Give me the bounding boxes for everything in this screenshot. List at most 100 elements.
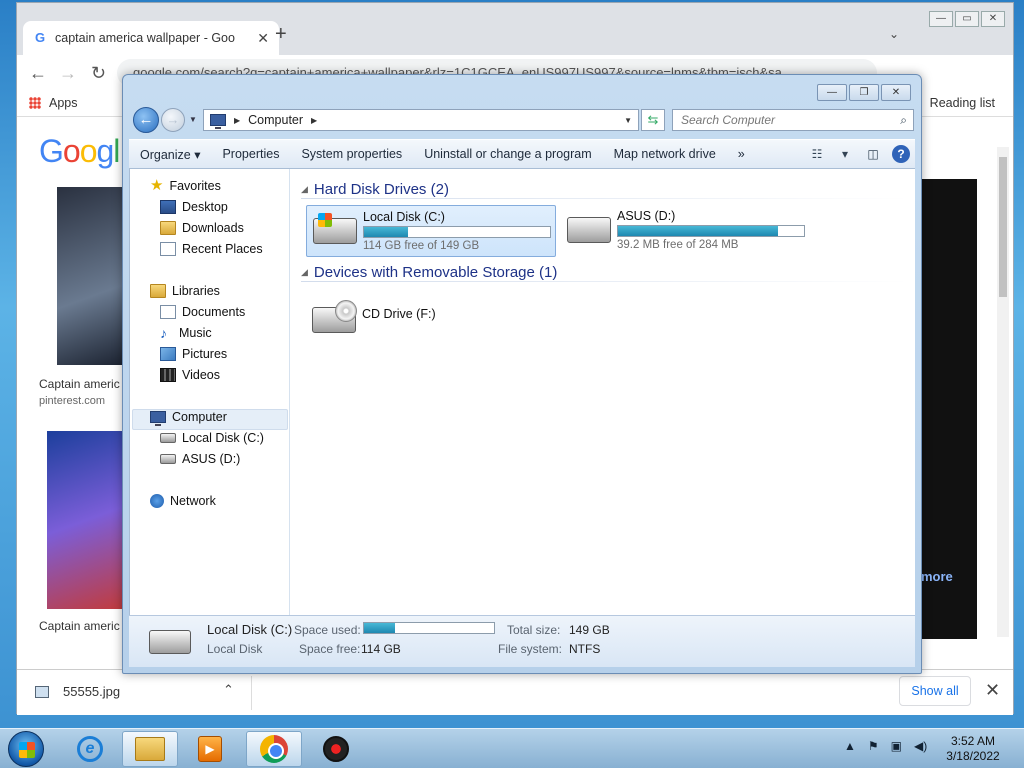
- new-tab-button[interactable]: +: [275, 23, 287, 46]
- taskbar-media-player[interactable]: ▶: [182, 731, 238, 767]
- taskbar-app[interactable]: [308, 731, 364, 767]
- folder-icon: [135, 737, 165, 761]
- nav-item-recent-places[interactable]: Recent Places: [160, 242, 263, 256]
- action-center-flag-icon[interactable]: ⚑: [868, 739, 879, 753]
- address-bar[interactable]: ▶ Computer ▶ ▼: [203, 109, 639, 131]
- start-button[interactable]: [8, 731, 44, 767]
- drive-item-asus[interactable]: ASUS (D:) 39.2 MB free of 284 MB: [561, 205, 811, 257]
- nav-item-downloads[interactable]: Downloads: [160, 221, 244, 235]
- download-item[interactable]: 55555.jpg: [35, 684, 120, 699]
- change-view-icon[interactable]: ☷: [808, 145, 826, 163]
- page-scrollbar[interactable]: [997, 147, 1009, 637]
- properties-button[interactable]: Properties: [211, 147, 290, 161]
- chevron-up-icon[interactable]: ⌃: [223, 682, 234, 698]
- google-logo[interactable]: Googl: [39, 133, 120, 170]
- nav-item-favorites[interactable]: ★ Favorites: [150, 178, 221, 193]
- drive-item-local-disk[interactable]: Local Disk (C:) 114 GB free of 149 GB: [306, 205, 556, 257]
- close-button[interactable]: ✕: [981, 11, 1005, 27]
- result-caption[interactable]: Captain americ: [39, 377, 120, 391]
- space-used-bar: [363, 622, 495, 634]
- tab-close-icon[interactable]: ✕: [257, 30, 269, 47]
- explorer-body: ★ Favorites Desktop Downloads Recent Plac…: [129, 169, 915, 615]
- close-downloads-icon[interactable]: ✕: [985, 680, 1000, 701]
- nav-item-asus[interactable]: ASUS (D:): [160, 452, 240, 466]
- divider: [251, 676, 252, 710]
- nav-item-local-disk[interactable]: Local Disk (C:): [160, 431, 264, 445]
- nav-item-computer[interactable]: Computer: [150, 410, 227, 426]
- computer-icon: [210, 114, 226, 129]
- scrollbar-thumb[interactable]: [999, 157, 1007, 297]
- breadcrumb-arrow-icon[interactable]: ▶: [234, 116, 240, 125]
- details-drive-name: Local Disk (C:): [207, 622, 293, 637]
- nav-label: Videos: [182, 368, 220, 382]
- total-size-label: Total size:: [507, 623, 561, 637]
- taskbar-windows-explorer[interactable]: [122, 731, 178, 767]
- reading-list-button[interactable]: Reading list: [930, 96, 995, 110]
- reload-icon[interactable]: ↻: [91, 63, 106, 84]
- volume-icon[interactable]: ◀): [914, 739, 927, 753]
- nav-item-network[interactable]: Network: [150, 494, 216, 508]
- system-properties-button[interactable]: System properties: [290, 147, 413, 161]
- show-all-button[interactable]: Show all: [899, 676, 971, 706]
- chrome-tab[interactable]: G captain america wallpaper - Goo ✕: [23, 21, 279, 55]
- address-dropdown-icon[interactable]: ▼: [624, 116, 632, 125]
- search-icon[interactable]: ⌕: [900, 110, 907, 130]
- nav-item-pictures[interactable]: Pictures: [160, 347, 227, 361]
- minimize-button[interactable]: —: [929, 11, 953, 27]
- tab-search-icon[interactable]: ⌄: [889, 27, 899, 41]
- close-button[interactable]: ✕: [881, 84, 911, 101]
- nav-label: Libraries: [172, 284, 220, 298]
- nav-item-desktop[interactable]: Desktop: [160, 200, 228, 214]
- result-image[interactable]: [57, 187, 127, 365]
- breadcrumb-arrow-icon[interactable]: ▶: [311, 116, 317, 125]
- drive-usage-bar: [363, 226, 551, 238]
- breadcrumb-computer[interactable]: Computer: [248, 113, 303, 127]
- drive-item-cd[interactable]: CD Drive (F:): [306, 289, 556, 341]
- explorer-window-controls: — ❐ ✕: [817, 84, 911, 101]
- view-dropdown-icon[interactable]: ▾: [836, 145, 854, 163]
- taskbar-chrome[interactable]: [246, 731, 302, 767]
- videos-icon: [160, 368, 176, 382]
- recent-pages-dropdown-icon[interactable]: ▼: [189, 115, 197, 124]
- space-used-label: Space used:: [294, 623, 361, 637]
- chrome-tabstrip: G captain america wallpaper - Goo ✕ + ⌄ …: [17, 3, 1013, 55]
- downloads-folder-icon: [160, 221, 176, 235]
- restore-button[interactable]: ❐: [849, 84, 879, 101]
- forward-arrow-icon[interactable]: →: [59, 63, 77, 84]
- network-icon[interactable]: ▣: [891, 739, 902, 753]
- clock[interactable]: 3:52 AM 3/18/2022: [946, 734, 1000, 764]
- group-header-removable[interactable]: ◢ Devices with Removable Storage (1): [301, 264, 557, 281]
- uninstall-program-button[interactable]: Uninstall or change a program: [413, 147, 602, 161]
- nav-item-libraries[interactable]: Libraries: [150, 284, 220, 298]
- collapse-triangle-icon[interactable]: ◢: [301, 267, 308, 278]
- space-used-fill: [364, 623, 395, 633]
- apps-bookmark[interactable]: Apps: [29, 96, 78, 110]
- nav-item-music[interactable]: ♪ Music: [160, 326, 212, 340]
- nav-item-documents[interactable]: Documents: [160, 305, 245, 319]
- collapse-triangle-icon[interactable]: ◢: [301, 184, 308, 195]
- more-link[interactable]: more: [921, 569, 953, 584]
- map-network-drive-button[interactable]: Map network drive: [603, 147, 727, 161]
- nav-label: ASUS (D:): [182, 452, 241, 466]
- group-header-hard-disks[interactable]: ◢ Hard Disk Drives (2): [301, 181, 449, 198]
- back-button[interactable]: ←: [133, 107, 159, 133]
- maximize-button[interactable]: ▭: [955, 11, 979, 27]
- more-commands-button[interactable]: »: [727, 147, 756, 161]
- space-free-value: 114 GB: [361, 642, 401, 656]
- back-arrow-icon[interactable]: ←: [29, 63, 47, 84]
- preview-pane-icon[interactable]: ◫: [864, 145, 882, 163]
- search-input[interactable]: Search Computer ⌕: [672, 109, 914, 131]
- result-caption[interactable]: Captain americ: [39, 619, 120, 633]
- minimize-button[interactable]: —: [817, 84, 847, 101]
- result-image[interactable]: [47, 431, 127, 609]
- taskbar-internet-explorer[interactable]: e: [62, 731, 118, 767]
- show-hidden-icons-icon[interactable]: ▲: [844, 739, 856, 753]
- file-list-pane: ◢ Hard Disk Drives (2) Local Disk (C:) 1…: [291, 169, 916, 615]
- refresh-button[interactable]: ⇆: [641, 109, 665, 131]
- forward-button[interactable]: →: [161, 108, 185, 132]
- help-icon[interactable]: ?: [892, 145, 910, 163]
- apps-grid-icon: [29, 97, 41, 109]
- organize-menu[interactable]: Organize ▾: [129, 147, 211, 162]
- disc-icon: [335, 300, 357, 322]
- nav-item-videos[interactable]: Videos: [160, 368, 220, 382]
